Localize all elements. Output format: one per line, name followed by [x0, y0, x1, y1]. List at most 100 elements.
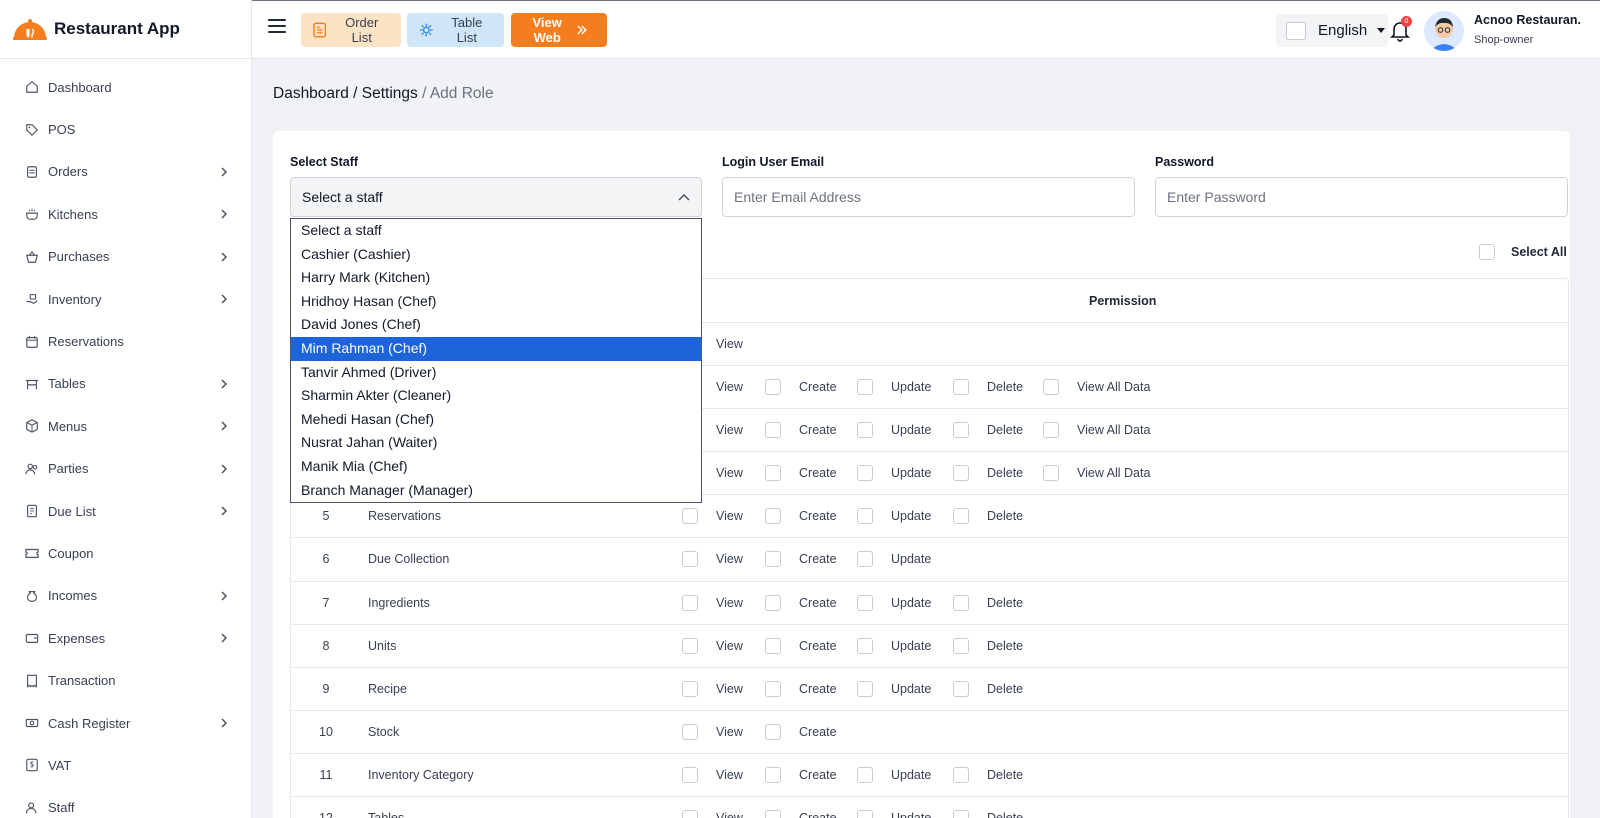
permission-update[interactable]: Update [857, 551, 931, 568]
permission-delete-checkbox[interactable] [953, 766, 969, 783]
permission-view-checkbox[interactable] [682, 766, 698, 783]
staff-option[interactable]: Nusrat Jahan (Waiter) [291, 431, 701, 455]
sidebar-item-kitchens[interactable]: Kitchens [0, 193, 251, 235]
permission-update-checkbox[interactable] [857, 508, 873, 525]
sidebar-item-incomes[interactable]: Incomes [0, 575, 251, 617]
permission-delete[interactable]: Delete [953, 465, 1023, 482]
permission-delete-checkbox[interactable] [953, 810, 969, 818]
permission-view[interactable]: View [682, 508, 743, 525]
permission-create-checkbox[interactable] [765, 508, 781, 525]
sidebar-item-orders[interactable]: Orders [0, 151, 251, 193]
staff-option[interactable]: Manik Mia (Chef) [291, 455, 701, 479]
permission-update-checkbox[interactable] [857, 422, 873, 439]
permission-delete-checkbox[interactable] [953, 465, 969, 482]
permission-delete[interactable]: Delete [953, 637, 1023, 654]
permission-viewall[interactable]: View All Data [1043, 379, 1150, 396]
staff-option[interactable]: Select a staff [291, 219, 701, 243]
order-list-button[interactable]: Order List [301, 13, 401, 47]
permission-view[interactable]: View [682, 594, 743, 611]
permission-view-checkbox[interactable] [682, 508, 698, 525]
staff-option[interactable]: Cashier (Cashier) [291, 243, 701, 267]
permission-view-checkbox[interactable] [682, 680, 698, 697]
permission-view-checkbox[interactable] [682, 723, 698, 740]
sidebar-item-cash-register[interactable]: Cash Register [0, 702, 251, 744]
permission-delete[interactable]: Delete [953, 508, 1023, 525]
permission-view-checkbox[interactable] [682, 551, 698, 568]
permission-update-checkbox[interactable] [857, 810, 873, 818]
permission-create[interactable]: Create [765, 594, 837, 611]
permission-create-checkbox[interactable] [765, 379, 781, 396]
staff-option[interactable]: Harry Mark (Kitchen) [291, 266, 701, 290]
permission-update-checkbox[interactable] [857, 680, 873, 697]
permission-create[interactable]: Create [765, 422, 837, 439]
email-field[interactable] [722, 177, 1135, 217]
permission-update[interactable]: Update [857, 680, 931, 697]
sidebar-item-reservations[interactable]: Reservations [0, 320, 251, 362]
brand[interactable]: Restaurant App [0, 0, 251, 59]
permission-update[interactable]: Update [857, 465, 931, 482]
permission-create-checkbox[interactable] [765, 637, 781, 654]
permission-create[interactable]: Create [765, 465, 837, 482]
permission-update-checkbox[interactable] [857, 379, 873, 396]
permission-update[interactable]: Update [857, 379, 931, 396]
permission-delete-checkbox[interactable] [953, 508, 969, 525]
sidebar-item-vat[interactable]: VAT [0, 744, 251, 786]
permission-create-checkbox[interactable] [765, 594, 781, 611]
permission-create[interactable]: Create [765, 637, 837, 654]
permission-delete-checkbox[interactable] [953, 379, 969, 396]
staff-option[interactable]: David Jones (Chef) [291, 313, 701, 337]
permission-create[interactable]: Create [765, 551, 837, 568]
permission-viewall-checkbox[interactable] [1043, 465, 1059, 482]
permission-create-checkbox[interactable] [765, 766, 781, 783]
permission-viewall[interactable]: View All Data [1043, 465, 1150, 482]
permission-delete[interactable]: Delete [953, 766, 1023, 783]
staff-option[interactable]: Branch Manager (Manager) [291, 479, 701, 503]
email-input[interactable] [734, 189, 1123, 205]
sidebar-item-parties[interactable]: Parties [0, 448, 251, 490]
permission-update[interactable]: Update [857, 422, 931, 439]
permission-create[interactable]: Create [765, 810, 837, 818]
permission-viewall-checkbox[interactable] [1043, 422, 1059, 439]
permission-update-checkbox[interactable] [857, 766, 873, 783]
select-all[interactable]: Select All [1479, 244, 1567, 260]
permission-delete[interactable]: Delete [953, 379, 1023, 396]
sidebar-item-staff[interactable]: Staff [0, 787, 251, 818]
permission-delete[interactable]: Delete [953, 680, 1023, 697]
sidebar-item-coupon[interactable]: Coupon [0, 532, 251, 574]
permission-create-checkbox[interactable] [765, 465, 781, 482]
permission-view[interactable]: View [682, 551, 743, 568]
permission-create[interactable]: Create [765, 680, 837, 697]
permission-create[interactable]: Create [765, 723, 837, 740]
permission-view-checkbox[interactable] [682, 810, 698, 818]
sidebar-item-menus[interactable]: Menus [0, 405, 251, 447]
menu-toggle-icon[interactable] [268, 19, 286, 35]
permission-update[interactable]: Update [857, 508, 931, 525]
staff-option[interactable]: Hridhoy Hasan (Chef) [291, 290, 701, 314]
permission-delete-checkbox[interactable] [953, 422, 969, 439]
permission-update[interactable]: Update [857, 594, 931, 611]
password-input[interactable] [1167, 189, 1556, 205]
sidebar-item-pos[interactable]: POS [0, 108, 251, 150]
permission-view-checkbox[interactable] [682, 637, 698, 654]
permission-create-checkbox[interactable] [765, 551, 781, 568]
language-selector[interactable]: English [1276, 14, 1388, 47]
password-field[interactable] [1155, 177, 1568, 217]
sidebar-item-purchases[interactable]: Purchases [0, 236, 251, 278]
staff-option[interactable]: Mim Rahman (Chef) [291, 336, 701, 361]
permission-view[interactable]: View [682, 766, 743, 783]
sidebar-item-expenses[interactable]: Expenses [0, 617, 251, 659]
view-web-button[interactable]: View Web [511, 13, 607, 47]
permission-view[interactable]: View [682, 680, 743, 697]
permission-viewall[interactable]: View All Data [1043, 422, 1150, 439]
permission-update[interactable]: Update [857, 637, 931, 654]
sidebar-item-dashboard[interactable]: Dashboard [0, 66, 251, 108]
permission-delete[interactable]: Delete [953, 422, 1023, 439]
permission-delete-checkbox[interactable] [953, 594, 969, 611]
staff-select[interactable]: Select a staff [290, 177, 702, 217]
permission-update-checkbox[interactable] [857, 465, 873, 482]
permission-create[interactable]: Create [765, 508, 837, 525]
select-all-checkbox[interactable] [1479, 244, 1495, 260]
staff-option[interactable]: Sharmin Akter (Cleaner) [291, 384, 701, 408]
permission-update[interactable]: Update [857, 810, 931, 818]
permission-view[interactable]: View [682, 637, 743, 654]
